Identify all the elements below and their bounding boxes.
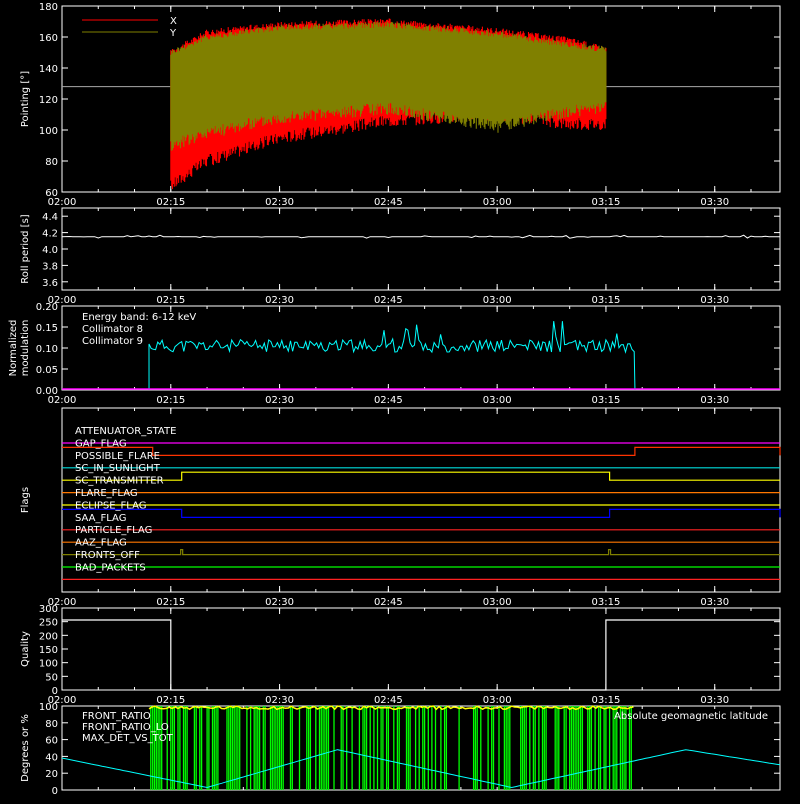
multi-panel-chart: 60 80 100 120 140 160 180 02:00 02:15 02:30 02:45 0… (8, 2, 781, 797)
x-tick-label: 03:00 (483, 197, 512, 208)
y-tick-label: 150 (39, 645, 58, 656)
flag-label: BAD_PACKETS (75, 562, 146, 573)
y-tick-label: 140 (39, 64, 58, 75)
x-tick-label: 02:15 (156, 597, 185, 608)
legend-label: Collimator 8 (82, 324, 143, 335)
y-tick-label: 3.8 (42, 261, 58, 272)
x-tick-label: 02:15 (156, 395, 185, 406)
y-axis-label: modulation (20, 320, 31, 377)
legend-label: Y (169, 28, 177, 39)
y-tick-label: 3.6 (42, 278, 58, 289)
y-tick-label: 4.2 (42, 229, 58, 240)
legend-label: Collimator 9 (82, 336, 143, 347)
x-tick-label: 02:15 (156, 295, 185, 306)
x-tick-label: 02:45 (374, 295, 403, 306)
energy-band-annotation: Energy band: 6-12 keV (82, 312, 196, 323)
chart-stage: 60 80 100 120 140 160 180 02:00 02:15 02:30 02:45 0… (0, 0, 800, 800)
panel-frame-1 (61, 207, 781, 291)
legend-label: MAX_DET_VS_TOT (82, 733, 174, 744)
y-tick-label: 60 (45, 736, 58, 747)
x-tick-label: 02:45 (374, 695, 403, 706)
flag-trace (62, 549, 780, 556)
y-axis-label: Degrees or % (20, 714, 31, 782)
flag-label: AAZ_FLAG (75, 538, 127, 549)
legend-label: X (170, 16, 177, 27)
series-collimator-8 (148, 321, 636, 391)
y-tick-label: 40 (45, 752, 58, 763)
y-tick-label: 80 (45, 719, 58, 730)
x-tick-label: 03:00 (483, 395, 512, 406)
y-tick-label: 100 (39, 702, 58, 713)
x-tick-label: 02:30 (265, 197, 294, 208)
roll-period-line (61, 234, 780, 239)
x-tick-label: 02:30 (265, 597, 294, 608)
x-tick-label: 02:30 (265, 295, 294, 306)
y-tick-label: 50 (45, 672, 58, 683)
y-tick-label: 180 (39, 2, 58, 13)
x-tick-label: 03:00 (483, 295, 512, 306)
x-tick-label: 03:00 (483, 695, 512, 706)
flag-label: SC_TRANSMITTER (75, 476, 164, 487)
y-tick-label: 0.05 (36, 365, 58, 376)
quality-line (62, 619, 780, 691)
x-tick-label: 03:15 (592, 197, 621, 208)
y-tick-label: 100 (39, 659, 58, 670)
flag-trace (62, 471, 780, 481)
y-axis-label: Pointing [°] (20, 71, 31, 127)
series-geomagnetic-latitude (61, 749, 781, 789)
y-tick-label: 100 (39, 126, 58, 137)
x-tick-label: 02:00 (48, 197, 77, 208)
y-axis-label: Quality (20, 631, 31, 667)
x-tick-label: 02:15 (156, 197, 185, 208)
x-tick-label: 03:30 (700, 597, 729, 608)
flag-trace (62, 446, 781, 456)
y-tick-label: 250 (39, 618, 58, 629)
y-tick-label: 0.15 (36, 323, 58, 334)
flag-label: FRONTS_OFF (75, 550, 140, 561)
flag-label: PARTICLE_FLAG (75, 525, 152, 536)
x-tick-label: 03:30 (700, 395, 729, 406)
x-tick-label: 02:45 (374, 395, 403, 406)
y-tick-label: 4.4 (42, 212, 58, 223)
y-tick-label: 160 (39, 33, 58, 44)
y-tick-label: 80 (45, 157, 58, 168)
y-tick-label: 120 (39, 95, 58, 106)
y-tick-label: 4.0 (42, 245, 58, 256)
x-tick-label: 02:45 (374, 597, 403, 608)
x-tick-label: 02:30 (265, 695, 294, 706)
x-tick-label: 02:00 (48, 395, 77, 406)
flag-label: ATTENUATOR_STATE (75, 426, 176, 437)
flag-trace (62, 508, 781, 518)
x-tick-label: 02:30 (265, 395, 294, 406)
y-tick-label: 300 (39, 604, 58, 615)
x-tick-label: 03:15 (592, 395, 621, 406)
x-tick-label: 03:30 (700, 695, 729, 706)
flag-label: SAA_FLAG (75, 513, 126, 524)
legend-label: FRONT_RATIO (82, 711, 151, 722)
y-tick-label: 0 (52, 786, 58, 797)
legend-label: FRONT_RATIO_LO (82, 722, 169, 733)
y-tick-label: 0.20 (36, 302, 58, 313)
flag-label: FLARE_FLAG (75, 488, 138, 499)
flag-label: SC_IN_SUNLIGHT (75, 463, 161, 474)
x-tick-label: 02:15 (156, 695, 185, 706)
x-tick-label: 03:15 (592, 695, 621, 706)
y-tick-label: 200 (39, 631, 58, 642)
y-axis-label: Roll period [s] (20, 214, 31, 283)
x-tick-label: 03:15 (592, 597, 621, 608)
y-axis-label: Flags (20, 487, 31, 513)
x-tick-label: 02:45 (374, 197, 403, 208)
x-tick-label: 03:30 (700, 295, 729, 306)
x-tick-label: 03:15 (592, 295, 621, 306)
y-tick-label: 20 (45, 769, 58, 780)
geomagnetic-annotation: Absolute geomagnetic latitude (614, 711, 768, 722)
flag-label: POSSIBLE_FLARE (75, 451, 160, 462)
x-tick-label: 03:30 (700, 197, 729, 208)
y-tick-label: 0.10 (36, 344, 58, 355)
y-axis-label: Normalized (8, 320, 19, 377)
x-tick-label: 03:00 (483, 597, 512, 608)
